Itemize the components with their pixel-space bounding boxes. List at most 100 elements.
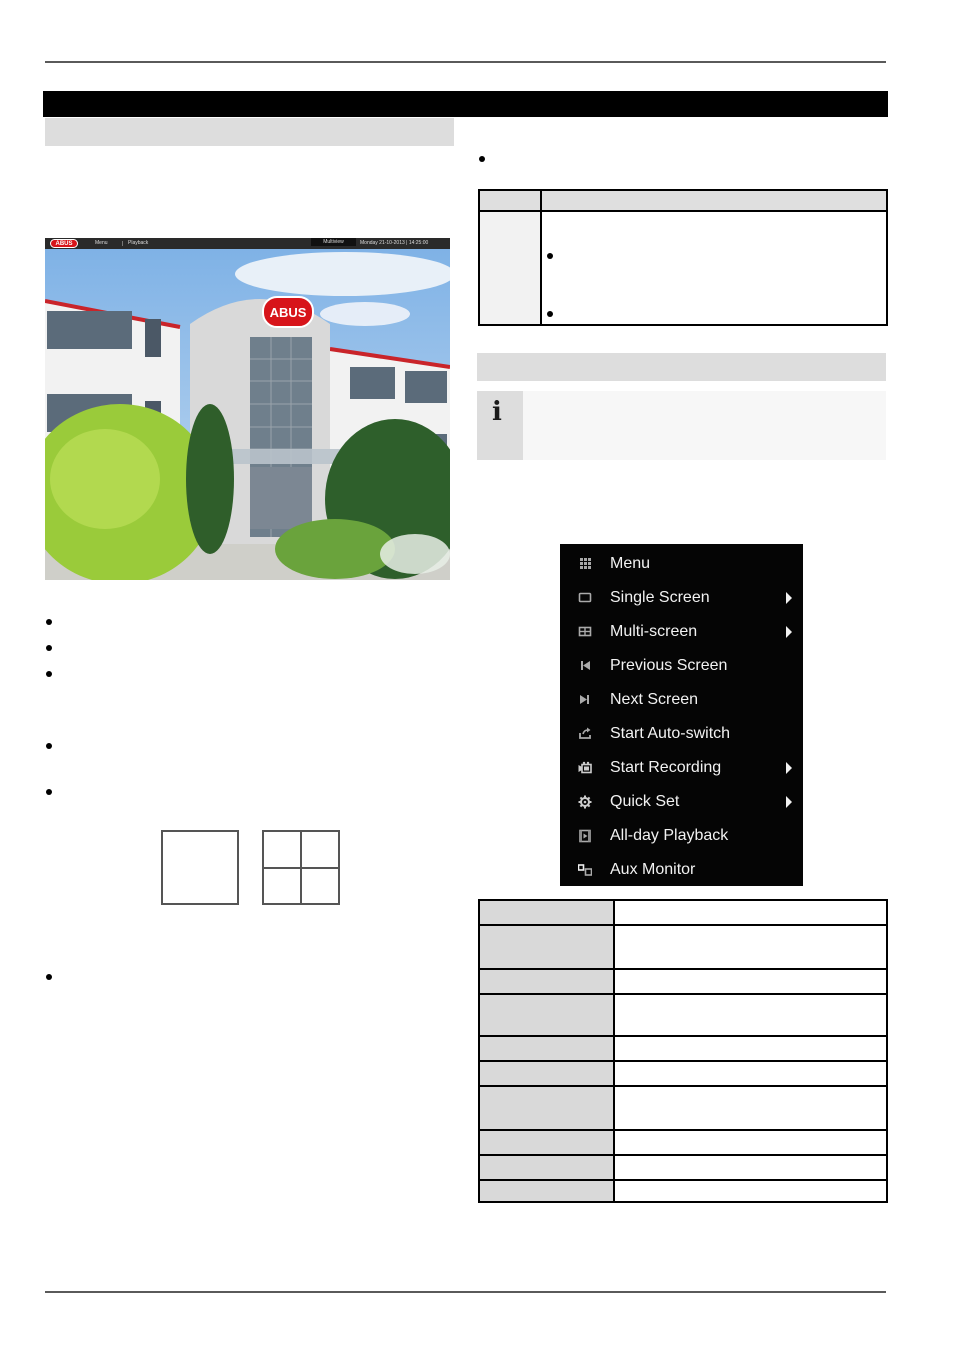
table-cell <box>480 212 542 324</box>
menu-item-label: All-day Playback <box>610 827 729 844</box>
menu-item-multi-screen[interactable]: Multi-screen <box>560 615 803 649</box>
menu-item-single-screen[interactable]: Single Screen <box>560 581 803 615</box>
menu-item-label: Next Screen <box>610 691 699 708</box>
bullet <box>46 619 52 625</box>
table-row <box>478 1085 888 1131</box>
single-screen-icon <box>578 592 592 603</box>
menu-item-label: Menu <box>610 555 651 572</box>
menu-item-start-recording[interactable]: Start Recording <box>560 751 803 785</box>
next-icon <box>580 695 589 704</box>
menu-item-previous-screen[interactable]: Previous Screen <box>560 649 803 683</box>
bullet <box>46 789 52 795</box>
menu-item-start-auto-switch[interactable]: Start Auto-switch <box>560 717 803 751</box>
bullet <box>46 671 52 677</box>
single-screen-layout-icon <box>161 830 239 905</box>
shrub <box>275 519 395 579</box>
menu-description-table <box>478 899 888 1203</box>
table-key-cell <box>478 1179 615 1203</box>
menu-item-label: Multi-screen <box>610 623 698 640</box>
table-value-cell <box>613 1129 888 1156</box>
table-value-cell <box>613 968 888 995</box>
multi-screen-icon <box>578 626 592 637</box>
table-value-cell <box>613 1154 888 1181</box>
entrance-door <box>250 467 312 529</box>
table-key-cell <box>478 993 615 1037</box>
menu-item-label: Previous Screen <box>610 657 728 674</box>
table-row <box>478 1060 888 1087</box>
subsection-heading-context-menu <box>477 353 886 381</box>
note-icon-cell: i <box>477 391 523 460</box>
window <box>405 371 447 403</box>
gear-icon <box>578 795 592 809</box>
section-title-bar <box>43 91 888 117</box>
table-row <box>478 1179 888 1203</box>
flowers <box>380 534 450 574</box>
bullet <box>547 253 553 259</box>
table-header-cell <box>542 191 886 212</box>
table-key-cell <box>478 1154 615 1181</box>
datetime-readout: Monday 21-10-2013 | 14:25:00 <box>360 240 429 246</box>
table-key-cell <box>478 1085 615 1131</box>
playback-icon <box>579 829 591 843</box>
info-icon: i <box>492 397 502 427</box>
toolbar-separator <box>122 241 123 246</box>
live-view-playback-link[interactable]: Playback <box>128 238 148 249</box>
footer-rule <box>45 1291 886 1293</box>
recording-icon <box>578 761 592 774</box>
bullet <box>46 645 52 651</box>
submenu-arrow-icon <box>786 626 792 638</box>
table-value-cell <box>613 993 888 1037</box>
table-key-cell <box>478 924 615 970</box>
table-row <box>478 993 888 1037</box>
submenu-arrow-icon <box>786 592 792 604</box>
menu-item-all-day-playback[interactable]: All-day Playback <box>560 819 803 853</box>
table-key-cell <box>478 1060 615 1087</box>
window <box>350 367 395 399</box>
menu-item-label: Aux Monitor <box>610 861 696 878</box>
multiview-button[interactable]: Multiview <box>311 238 356 246</box>
table-key-cell <box>478 968 615 995</box>
info-table <box>478 189 888 326</box>
table-value-cell <box>613 1060 888 1087</box>
context-menu: Menu Single Screen Multi-screen Previous… <box>560 544 803 886</box>
previous-icon <box>581 661 590 670</box>
header-rule <box>45 61 886 63</box>
aux-monitor-icon <box>578 864 592 876</box>
table-header-cell <box>480 191 542 212</box>
cypress <box>186 404 234 554</box>
window <box>47 311 132 349</box>
table-value-cell <box>613 1085 888 1131</box>
table-value-cell <box>613 1179 888 1203</box>
menu-item-label: Start Auto-switch <box>610 725 731 742</box>
table-row <box>478 924 888 970</box>
menu-item-menu[interactable]: Menu <box>560 547 803 581</box>
menu-item-next-screen[interactable]: Next Screen <box>560 683 803 717</box>
cloud <box>235 252 450 296</box>
table-value-cell <box>613 1035 888 1062</box>
live-view-toolbar: ABUS Menu Playback Multiview Monday 21-1… <box>45 238 450 249</box>
live-view-screenshot: ABUS Menu Playback Multiview Monday 21-1… <box>45 238 450 580</box>
table-cell <box>542 212 886 324</box>
menu-item-quick-set[interactable]: Quick Set <box>560 785 803 819</box>
table-row <box>478 899 888 926</box>
menu-item-label: Quick Set <box>610 793 680 810</box>
auto-switch-icon <box>579 727 591 739</box>
abus-logo: ABUS <box>50 239 78 248</box>
submenu-arrow-icon <box>786 796 792 808</box>
table-row <box>478 1129 888 1156</box>
table-key-cell <box>478 1035 615 1062</box>
table-row <box>478 968 888 995</box>
menu-item-aux-monitor[interactable]: Aux Monitor <box>560 853 803 887</box>
table-value-cell <box>613 924 888 970</box>
submenu-arrow-icon <box>786 762 792 774</box>
live-view-menu-link[interactable]: Menu <box>95 238 108 249</box>
menu-item-label: Start Recording <box>610 759 722 776</box>
table-key-cell <box>478 1129 615 1156</box>
bullet <box>479 156 485 162</box>
building-photo: ABUS <box>45 249 450 580</box>
tree-left-highlight <box>50 429 160 529</box>
bullet <box>46 974 52 980</box>
table-row <box>478 1035 888 1062</box>
subsection-heading-live-view <box>45 118 454 146</box>
grid-icon <box>580 558 591 569</box>
